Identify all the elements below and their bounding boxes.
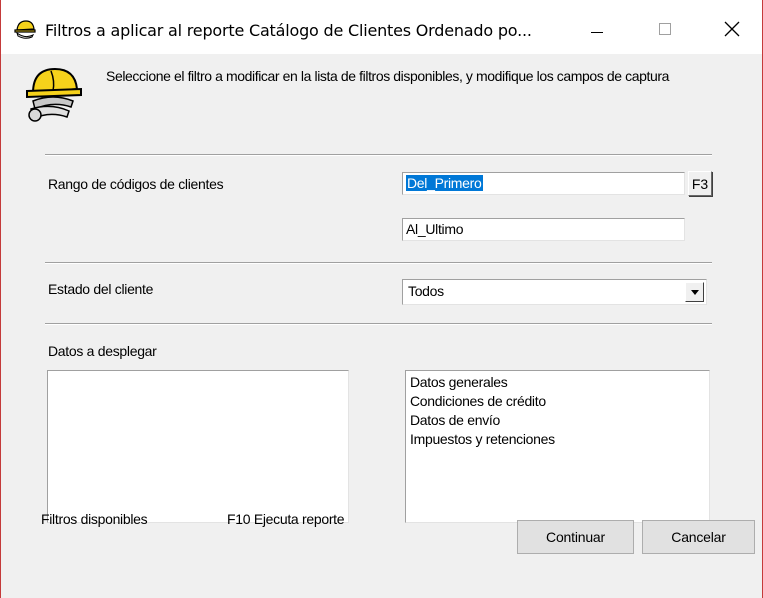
maximize-icon: [659, 23, 671, 35]
minimize-button[interactable]: [575, 14, 621, 46]
divider: [45, 154, 712, 156]
list-item[interactable]: Impuestos y retenciones: [406, 430, 709, 449]
codes-range-label: Rango de códigos de clientes: [48, 176, 224, 192]
available-filters-label: Filtros disponibles: [41, 511, 148, 527]
maximize-button[interactable]: [643, 14, 689, 46]
cancel-button[interactable]: Cancelar: [642, 520, 755, 554]
selected-fields-list[interactable]: Datos generales Condiciones de crédito D…: [405, 370, 710, 523]
from-code-input[interactable]: Del_Primero: [402, 172, 685, 195]
to-code-input[interactable]: Al_Ultimo: [402, 218, 685, 241]
title-bar[interactable]: Filtros a aplicar al reporte Catálogo de…: [1, 0, 762, 54]
filters-dialog: Filtros a aplicar al reporte Catálogo de…: [0, 0, 763, 598]
window-title: Filtros a aplicar al reporte Catálogo de…: [45, 21, 532, 40]
close-button[interactable]: [709, 14, 755, 46]
instructions-text: Seleccione el filtro a modificar en la l…: [106, 68, 670, 84]
client-status-select[interactable]: Todos: [402, 279, 707, 305]
f10-hint: F10 Ejecuta reporte: [227, 511, 345, 527]
list-item[interactable]: Datos generales: [406, 373, 709, 392]
client-status-label: Estado del cliente: [48, 281, 154, 297]
f3-lookup-button[interactable]: F3: [688, 171, 712, 196]
hardhat-scroll-icon: [26, 67, 82, 122]
from-code-value: Del_Primero: [406, 175, 483, 191]
display-data-label: Datos a desplegar: [48, 343, 157, 359]
available-fields-list[interactable]: [47, 370, 349, 523]
continue-button[interactable]: Continuar: [517, 520, 634, 554]
hardhat-icon: [14, 20, 36, 39]
minimize-icon: [591, 32, 603, 33]
chevron-down-icon[interactable]: [685, 282, 704, 302]
divider: [45, 323, 712, 325]
divider: [45, 262, 712, 264]
close-icon: [724, 21, 740, 37]
list-item[interactable]: Datos de envío: [406, 411, 709, 430]
filters-panel: Rango de códigos de clientes Del_Primero…: [45, 154, 712, 524]
list-item[interactable]: Condiciones de crédito: [406, 392, 709, 411]
client-status-value: Todos: [408, 283, 444, 299]
